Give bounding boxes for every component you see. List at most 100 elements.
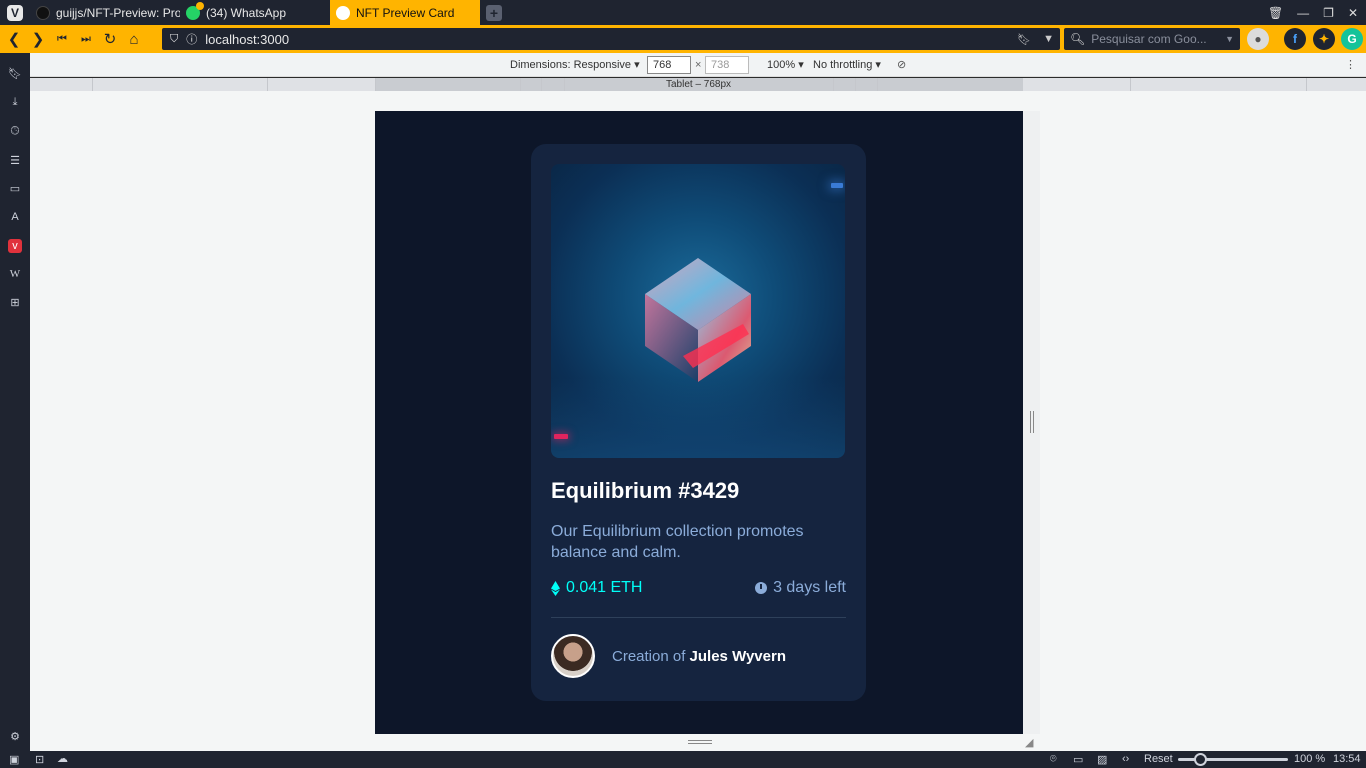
- capture-icon[interactable]: ⌾: [1050, 753, 1057, 766]
- restore-icon[interactable]: ❐: [1323, 6, 1334, 20]
- nft-description: Our Equilibrium collection promotes bala…: [551, 523, 804, 561]
- image-floor: [551, 378, 845, 458]
- images-icon[interactable]: ▨: [1097, 753, 1107, 766]
- time-left-value: 3 days left: [773, 579, 846, 596]
- zoom-reset-button[interactable]: Reset: [1144, 753, 1173, 765]
- width-input[interactable]: 768: [647, 56, 691, 74]
- dimensions-label: Dimensions: Responsive: [510, 59, 632, 71]
- tab-github[interactable]: guijjs/NFT-Preview: Proj: [30, 0, 180, 25]
- price-value: 0.041 ETH: [566, 579, 643, 596]
- tiling-icon[interactable]: ▭: [1073, 753, 1083, 766]
- device-stage: Equilibrium #3429 Our Equilibrium collec…: [30, 91, 1366, 751]
- nft-icon: [336, 5, 350, 20]
- home-icon[interactable]: ⌂: [122, 25, 146, 53]
- whatsapp-icon: [186, 1, 204, 20]
- media-query-bar[interactable]: Tablet – 768px: [30, 78, 1366, 91]
- back-icon[interactable]: ❮: [2, 25, 26, 53]
- add-panel-icon[interactable]: ⊞: [8, 295, 22, 309]
- downloads-icon[interactable]: ⤓: [8, 95, 22, 109]
- window-controls: 🗑 — ❐ ✕: [1268, 0, 1358, 25]
- rotate-icon[interactable]: ⊘: [897, 58, 906, 71]
- creator-text: Creation of Jules Wyvern: [612, 648, 786, 665]
- bookmark-icon[interactable]: 🔖︎: [1017, 33, 1031, 46]
- corner-resize-icon[interactable]: ◢: [1025, 736, 1033, 749]
- height-input[interactable]: 738: [705, 56, 749, 74]
- creator-avatar: [551, 634, 595, 678]
- creator-name[interactable]: Jules Wyvern: [690, 648, 786, 665]
- info-icon[interactable]: ⓘ: [186, 31, 197, 47]
- zoom-slider-handle[interactable]: [1194, 753, 1207, 766]
- dimensions-dropdown[interactable]: Dimensions: Responsive ▾: [510, 58, 640, 71]
- url-field[interactable]: ⛉ ⓘ localhost:3000 🔖︎ ▼: [162, 28, 1060, 50]
- forward-icon[interactable]: ❯: [26, 25, 50, 53]
- ethereum-icon: [551, 580, 560, 596]
- tab-bar: V guijjs/NFT-Preview: Proj (34) WhatsApp…: [0, 0, 1366, 25]
- blue-light: [831, 183, 843, 188]
- shield-icon[interactable]: ⛉: [170, 33, 178, 46]
- page-viewport: Equilibrium #3429 Our Equilibrium collec…: [375, 111, 1023, 734]
- side-panel: 🔖︎ ⤓ 🕒︎ ☰ ▭ A v W ⊞ ⚙: [0, 53, 30, 751]
- clock: 13:54: [1333, 753, 1361, 765]
- vivaldi-panel-icon[interactable]: v: [8, 239, 22, 253]
- chevron-down-icon[interactable]: ▼: [1043, 33, 1054, 46]
- dimension-separator: ×: [695, 58, 702, 71]
- url-text: localhost:3000: [205, 31, 290, 47]
- tab-nft-preview[interactable]: NFT Preview Card: [330, 0, 480, 25]
- crystal-cube-icon: [645, 258, 751, 382]
- tab-title: NFT Preview Card: [356, 5, 455, 20]
- vivaldi-logo-icon: V: [7, 4, 23, 21]
- settings-icon[interactable]: ⚙: [8, 729, 22, 743]
- page-actions-icon[interactable]: ‹›: [1122, 753, 1129, 765]
- creator-row: Creation of Jules Wyvern: [551, 634, 846, 678]
- nft-image[interactable]: [551, 164, 845, 458]
- github-icon: [36, 5, 50, 20]
- close-icon[interactable]: ✕: [1348, 6, 1358, 20]
- nft-title[interactable]: Equilibrium #3429: [551, 478, 846, 504]
- translate-icon[interactable]: A: [8, 210, 22, 224]
- device-toolbar: Dimensions: Responsive ▾ 768 × 738 100% …: [30, 53, 1366, 77]
- extension-g-icon[interactable]: ✦: [1313, 28, 1335, 50]
- wikipedia-icon[interactable]: W: [8, 267, 22, 281]
- history-icon[interactable]: 🕒︎: [8, 124, 22, 138]
- rewind-icon[interactable]: ⏮: [50, 25, 74, 53]
- tab-title: (34) WhatsApp: [206, 5, 287, 20]
- divider: [551, 617, 846, 618]
- creator-prefix: Creation of: [612, 647, 690, 665]
- nft-card: Equilibrium #3429 Our Equilibrium collec…: [531, 144, 866, 701]
- zoom-percent: 100 %: [1294, 753, 1326, 765]
- tile-icon[interactable]: ⊡: [35, 753, 44, 766]
- search-field[interactable]: 🔍︎ Pesquisar com Goo... ▼: [1064, 28, 1240, 50]
- zoom-dropdown[interactable]: 100% ▾: [767, 58, 804, 71]
- fast-forward-icon[interactable]: ⏭: [74, 25, 98, 53]
- vivaldi-menu-button[interactable]: V: [0, 0, 30, 25]
- nft-stats: 0.041 ETH 3 days left: [551, 579, 846, 597]
- zoom-label: 100%: [767, 59, 796, 71]
- extension-f-icon[interactable]: f: [1284, 28, 1306, 50]
- media-query-label: Tablet – 768px: [666, 79, 732, 90]
- tab-title: guijjs/NFT-Preview: Proj: [56, 5, 180, 20]
- grammarly-icon[interactable]: G: [1341, 28, 1363, 50]
- notes-icon[interactable]: ☰: [8, 153, 22, 167]
- panel-toggle-icon[interactable]: ▣: [9, 753, 19, 766]
- more-options-icon[interactable]: ⋮: [1345, 58, 1356, 71]
- red-light: [554, 434, 568, 439]
- address-bar: ❮ ❯ ⏮ ⏭ ↻ ⌂ ⛉ ⓘ localhost:3000 🔖︎ ▼ 🔍︎ P…: [0, 25, 1366, 53]
- minimize-icon[interactable]: —: [1297, 6, 1309, 20]
- new-tab-button[interactable]: +: [486, 4, 502, 21]
- tab-whatsapp[interactable]: (34) WhatsApp: [180, 0, 330, 25]
- throttling-label: No throttling: [813, 59, 873, 71]
- search-placeholder: Pesquisar com Goo...: [1091, 32, 1207, 46]
- throttling-dropdown[interactable]: No throttling ▾: [813, 58, 881, 71]
- trash-icon[interactable]: 🗑: [1268, 6, 1283, 20]
- sync-cloud-icon[interactable]: ☁: [57, 752, 68, 765]
- search-icon: 🔍︎: [1070, 32, 1086, 46]
- right-resize-handle[interactable]: [1030, 411, 1034, 433]
- bottom-resize-handle[interactable]: [688, 740, 712, 744]
- window-panel-icon[interactable]: ▭: [8, 181, 22, 195]
- profile-icon[interactable]: ●: [1247, 28, 1269, 50]
- time-remaining: 3 days left: [755, 579, 846, 597]
- chevron-down-icon[interactable]: ▼: [1225, 34, 1234, 44]
- price: 0.041 ETH: [551, 579, 642, 597]
- reload-icon[interactable]: ↻: [98, 25, 122, 53]
- bookmarks-icon[interactable]: 🔖︎: [8, 66, 22, 80]
